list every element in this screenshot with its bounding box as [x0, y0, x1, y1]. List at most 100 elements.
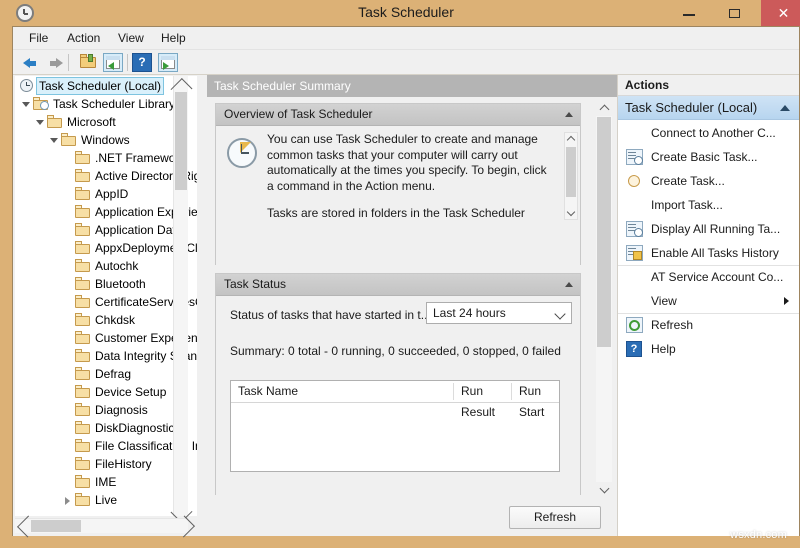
- scroll-down-button[interactable]: [596, 482, 612, 497]
- collapse-icon[interactable]: [564, 110, 574, 119]
- tree-item[interactable]: AppxDeploymentClient: [15, 239, 197, 257]
- action-item[interactable]: Enable All Tasks History: [618, 241, 799, 265]
- refresh-button[interactable]: Refresh: [509, 506, 601, 529]
- scroll-up-button[interactable]: [596, 101, 612, 116]
- tree-item[interactable]: IME: [15, 473, 197, 491]
- watermark: wsxdn.com: [730, 529, 787, 541]
- tree-item[interactable]: FileHistory: [15, 455, 197, 473]
- scroll-thumb[interactable]: [566, 147, 576, 197]
- tree-item[interactable]: Autochk: [15, 257, 197, 275]
- folder-icon: [75, 205, 91, 219]
- action-item[interactable]: View: [618, 289, 799, 313]
- tree-view[interactable]: Task Scheduler (Local) Task Scheduler Lib…: [15, 76, 197, 516]
- scroll-down-button[interactable]: [170, 501, 193, 523]
- collapse-arrow-icon[interactable]: [20, 95, 32, 113]
- tree-item[interactable]: AppID: [15, 185, 197, 203]
- scroll-thumb[interactable]: [597, 117, 611, 347]
- action-item[interactable]: Create Task...: [618, 169, 799, 193]
- action-item[interactable]: ? Help: [618, 337, 799, 361]
- scroll-up-button[interactable]: [565, 133, 577, 146]
- collapse-icon[interactable]: [780, 105, 790, 111]
- minimize-button[interactable]: [667, 0, 712, 26]
- tree-item[interactable]: Chkdsk: [15, 311, 197, 329]
- maximize-button[interactable]: [712, 0, 757, 26]
- create-task-icon: [626, 173, 643, 189]
- scroll-thumb-h[interactable]: [31, 520, 81, 532]
- up-one-level-icon[interactable]: [80, 54, 98, 71]
- action-item[interactable]: Display All Running Ta...: [618, 217, 799, 241]
- tree-item-label: Task Scheduler (Local): [39, 79, 162, 93]
- menu-file[interactable]: File: [22, 30, 55, 47]
- tree-item[interactable]: Microsoft: [15, 113, 197, 131]
- overview-inner-scrollbar[interactable]: [564, 132, 578, 220]
- action-item[interactable]: Import Task...: [618, 193, 799, 217]
- result-pane-scrollbar[interactable]: [596, 101, 612, 497]
- action-item[interactable]: Create Basic Task...: [618, 145, 799, 169]
- scroll-left-button[interactable]: [15, 515, 39, 538]
- column-header-run-start[interactable]: Run Start: [512, 381, 559, 419]
- tree-item[interactable]: CertificateServicesClient: [15, 293, 197, 311]
- tree-item[interactable]: .NET Framework: [15, 149, 197, 167]
- menu-view[interactable]: View: [111, 30, 151, 47]
- task-status-section-header[interactable]: Task Status: [216, 274, 580, 296]
- tree-item[interactable]: Bluetooth: [15, 275, 197, 293]
- tree-item-label: Application Data: [95, 223, 183, 237]
- tree-item[interactable]: Data Integrity Scan: [15, 347, 197, 365]
- scroll-up-button[interactable]: [170, 76, 193, 100]
- task-status-section: Task Status Status of tasks that have st…: [215, 273, 581, 495]
- action-item[interactable]: Refresh: [618, 313, 799, 337]
- column-header-task-name[interactable]: Task Name: [231, 381, 453, 402]
- actions-group-header[interactable]: Task Scheduler (Local): [618, 96, 799, 120]
- tree-item[interactable]: Diagnosis: [15, 401, 197, 419]
- task-status-table[interactable]: Task Name Run Result Run Start: [230, 380, 560, 472]
- action-item-label: View: [651, 294, 677, 308]
- toolbar: ?: [13, 50, 799, 75]
- task-status-period-dropdown[interactable]: Last 24 hours: [426, 302, 572, 324]
- result-pane: Task Scheduler Summary Overview of Task …: [207, 75, 617, 536]
- folder-icon: [75, 403, 91, 417]
- scroll-right-button[interactable]: [173, 515, 195, 538]
- tree-item[interactable]: Live: [15, 491, 197, 509]
- create-basic-task-icon: [626, 149, 643, 165]
- folder-icon: [61, 133, 77, 147]
- tree-horizontal-scrollbar[interactable]: [15, 515, 195, 538]
- show-hide-console-tree-icon[interactable]: [103, 53, 123, 72]
- tree-item[interactable]: Windows: [15, 131, 197, 149]
- scroll-thumb[interactable]: [175, 92, 187, 190]
- tree-item[interactable]: Application Experience: [15, 203, 197, 221]
- tree-item-label: Microsoft: [67, 115, 116, 129]
- tree-item[interactable]: Application Data: [15, 221, 197, 239]
- column-header-run-result[interactable]: Run Result: [454, 381, 511, 419]
- folder-icon: [47, 115, 63, 129]
- tree-item[interactable]: Active Directory Rights Management: [15, 167, 197, 185]
- tree-item[interactable]: DiskDiagnostic: [15, 419, 197, 437]
- collapse-arrow-icon[interactable]: [34, 113, 46, 131]
- tree-item[interactable]: Device Setup: [15, 383, 197, 401]
- tree-vertical-scrollbar[interactable]: [170, 76, 193, 523]
- display-running-tasks-icon: [626, 221, 643, 237]
- collapse-icon[interactable]: [564, 280, 574, 289]
- folder-icon: [75, 295, 91, 309]
- action-item-label: Enable All Tasks History: [651, 246, 779, 260]
- back-icon[interactable]: [23, 57, 36, 68]
- tree-item[interactable]: Task Scheduler Library: [15, 95, 197, 113]
- help-icon[interactable]: ?: [132, 53, 152, 72]
- tree-item[interactable]: Customer Experience Improvement Program: [15, 329, 197, 347]
- expand-arrow-icon[interactable]: [62, 491, 74, 509]
- forward-icon[interactable]: [45, 57, 63, 68]
- close-button[interactable]: ✕: [761, 0, 800, 26]
- overview-section-header[interactable]: Overview of Task Scheduler: [216, 104, 580, 126]
- tree-item[interactable]: File Classification Infrastructure: [15, 437, 197, 455]
- tree-item[interactable]: Defrag: [15, 365, 197, 383]
- folder-icon: [75, 313, 91, 327]
- collapse-arrow-icon[interactable]: [48, 131, 60, 149]
- scroll-down-button[interactable]: [565, 206, 577, 219]
- folder-icon: [75, 241, 91, 255]
- action-item[interactable]: AT Service Account Co...: [618, 265, 799, 289]
- show-hide-action-pane-icon[interactable]: [158, 53, 178, 72]
- clock-folder-icon: [33, 97, 49, 111]
- menu-help[interactable]: Help: [154, 30, 193, 47]
- menu-action[interactable]: Action: [60, 30, 107, 47]
- tree-item[interactable]: Task Scheduler (Local): [15, 77, 197, 95]
- action-item[interactable]: Connect to Another C...: [618, 121, 799, 145]
